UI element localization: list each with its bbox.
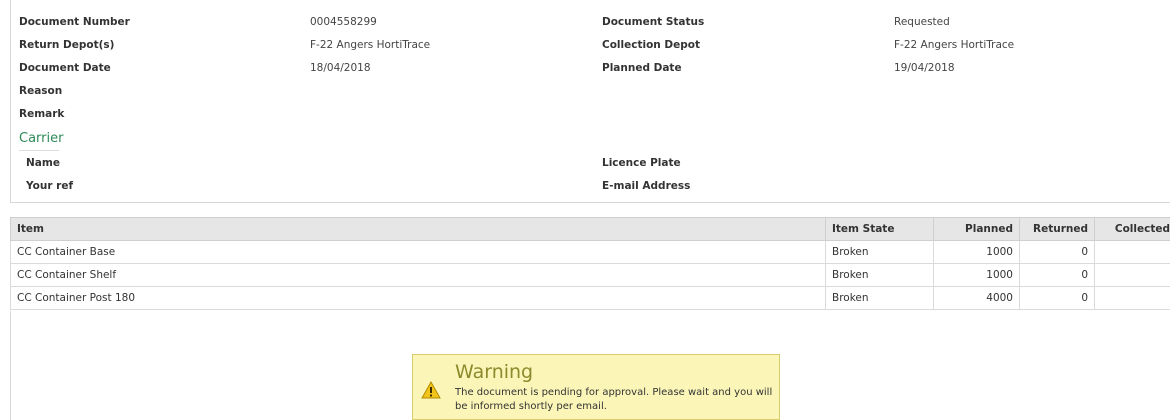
item-name-cell: CC Container Base (10, 240, 826, 264)
collected-cell (1094, 286, 1170, 310)
warning-title: Warning (455, 361, 534, 383)
item-state-cell: Broken (825, 240, 934, 264)
item-name-cell: CC Container Shelf (10, 263, 826, 287)
item-name-cell: CC Container Post 180 (10, 286, 826, 310)
column-header-planned[interactable]: Planned (933, 217, 1020, 241)
table-row[interactable]: CC Container Base Broken 1000 0 (10, 240, 1170, 264)
planned-date-label: Planned Date (602, 62, 682, 74)
remark-label: Remark (19, 108, 65, 120)
collection-depot-label: Collection Depot (602, 39, 701, 51)
warning-triangle-icon (421, 380, 441, 399)
carrier-name-label: Name (26, 157, 60, 169)
email-address-label: E-mail Address (602, 180, 691, 192)
reason-row: Reason (11, 85, 1170, 105)
collected-cell (1094, 240, 1170, 264)
column-header-collected[interactable]: Collected (1094, 217, 1170, 241)
reason-label: Reason (19, 85, 63, 97)
your-ref-label: Your ref (26, 180, 74, 192)
dates-row: Document Date 18/04/2018 Planned Date 19… (11, 62, 1170, 82)
table-header-row: Item Item State Planned Returned Collect… (10, 217, 1170, 241)
document-date-label: Document Date (19, 62, 111, 74)
warning-message: The document is pending for approval. Pl… (455, 387, 773, 412)
document-number-value: 0004558299 (310, 16, 377, 28)
table-row[interactable]: CC Container Shelf Broken 1000 0 (10, 263, 1170, 287)
document-date-value: 18/04/2018 (310, 62, 371, 74)
depot-row: Return Depot(s) F-22 Angers HortiTrace C… (11, 39, 1170, 59)
carrier-ref-row: Your ref E-mail Address (11, 180, 1170, 200)
document-details-panel: Document Number 0004558299 Document Stat… (10, 0, 1170, 203)
column-header-item-state[interactable]: Item State (825, 217, 934, 241)
carrier-divider (19, 150, 59, 151)
return-depot-label: Return Depot(s) (19, 39, 115, 51)
planned-date-value: 19/04/2018 (894, 62, 955, 74)
items-table: Item Item State Planned Returned Collect… (10, 217, 1170, 310)
column-header-item[interactable]: Item (10, 217, 826, 241)
planned-cell: 1000 (933, 263, 1020, 287)
returned-cell: 0 (1019, 263, 1095, 287)
return-depot-value: F-22 Angers HortiTrace (310, 39, 431, 51)
carrier-name-row: Name Licence Plate (11, 157, 1170, 177)
item-state-cell: Broken (825, 286, 934, 310)
carrier-section-title: Carrier (19, 131, 64, 146)
returned-cell: 0 (1019, 286, 1095, 310)
document-status-label: Document Status (602, 16, 705, 28)
document-number-label: Document Number (19, 16, 130, 28)
table-row[interactable]: CC Container Post 180 Broken 4000 0 (10, 286, 1170, 310)
remark-row: Remark (11, 108, 1170, 128)
planned-cell: 1000 (933, 240, 1020, 264)
collected-cell (1094, 263, 1170, 287)
column-header-returned[interactable]: Returned (1019, 217, 1095, 241)
document-number-row: Document Number 0004558299 Document Stat… (11, 16, 1170, 36)
returned-cell: 0 (1019, 240, 1095, 264)
collection-depot-value: F-22 Angers HortiTrace (894, 39, 1015, 51)
document-status-value: Requested (894, 16, 950, 28)
item-state-cell: Broken (825, 263, 934, 287)
licence-plate-label: Licence Plate (602, 157, 681, 169)
planned-cell: 4000 (933, 286, 1020, 310)
warning-message-box: Warning The document is pending for appr… (412, 354, 780, 420)
content-border (10, 311, 11, 420)
